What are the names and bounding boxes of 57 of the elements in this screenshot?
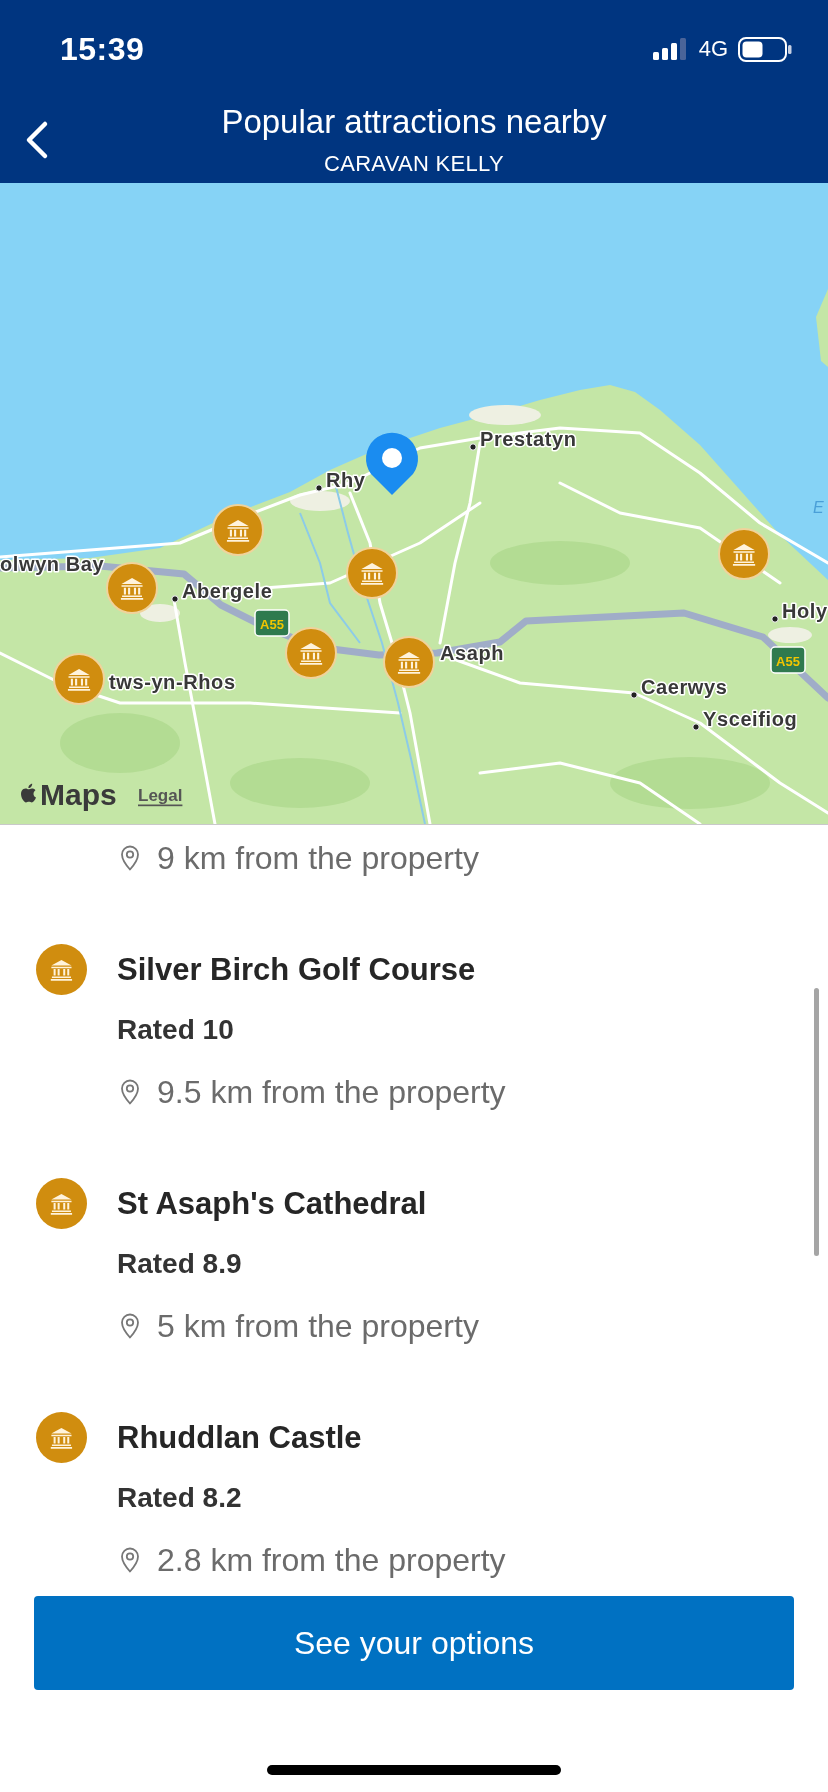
signal-icon [652, 38, 689, 60]
building-marker-icon[interactable] [106, 562, 158, 614]
battery-icon [738, 36, 792, 62]
town-dot-icon [692, 723, 700, 731]
building-marker-icon[interactable] [346, 547, 398, 599]
status-time: 15:39 [60, 30, 145, 68]
place-label: olwyn Bay [0, 553, 105, 575]
attraction-rating: Rated 10 [117, 1013, 234, 1047]
building-marker-icon[interactable] [212, 504, 264, 556]
attraction-rating: Rated 8.9 [117, 1247, 242, 1281]
location-pin-icon [120, 1547, 140, 1573]
page-title: Popular attractions nearby [221, 103, 607, 141]
building-marker-icon[interactable] [53, 653, 105, 705]
location-pin-icon [120, 1313, 140, 1339]
town-label: Ysceifiog [703, 708, 798, 730]
distance-text: 9.5 km from the property [157, 1073, 506, 1112]
town-label: Holy [782, 600, 828, 622]
location-pin-icon [120, 1079, 140, 1105]
attraction-name[interactable]: St Asaph's Cathedral [117, 1184, 427, 1224]
built-up-area [140, 604, 180, 622]
town-label: Abergele [182, 580, 273, 602]
legal-link[interactable]: Legal [138, 785, 183, 805]
water-label: E [813, 498, 824, 516]
building-icon [36, 1412, 87, 1463]
road-number-sign: A55 [254, 609, 290, 637]
building-marker-icon[interactable] [383, 636, 435, 688]
network-type: 4G [698, 36, 728, 62]
town-dot-icon [315, 484, 323, 492]
town-dot-icon [171, 595, 179, 603]
town-label: Caerwys [641, 676, 728, 698]
attraction-name[interactable]: Silver Birch Golf Course [117, 950, 476, 990]
attraction-rating: Rated 8.2 [117, 1481, 242, 1515]
town-label: Prestatyn [480, 428, 577, 450]
building-icon [36, 944, 87, 995]
building-marker-icon[interactable] [285, 627, 337, 679]
built-up-area [469, 405, 541, 425]
location-pin-icon [120, 845, 140, 871]
location-pin-icon [366, 432, 418, 495]
building-icon [36, 1178, 87, 1229]
property-name: CARAVAN KELLY [324, 151, 504, 177]
distance-text: 2.8 km from the property [157, 1541, 506, 1580]
road-number-sign: A55 [770, 646, 806, 674]
apple-icon [21, 783, 36, 803]
built-up-area [768, 627, 812, 643]
distance-text: 9 km from the property [157, 839, 479, 878]
place-label: tws-yn-Rhos [109, 671, 236, 693]
town-dot-icon [469, 443, 477, 451]
built-up-area [290, 491, 350, 511]
town-dot-icon [630, 691, 638, 699]
distance-text: 5 km from the property [157, 1307, 479, 1346]
building-marker-icon[interactable] [718, 528, 770, 580]
maps-attribution: Maps [40, 777, 117, 811]
attraction-name[interactable]: Rhuddlan Castle [117, 1418, 362, 1458]
place-label: Asaph [440, 642, 505, 664]
town-label: Rhy [326, 469, 366, 491]
town-dot-icon [771, 615, 779, 623]
see-options-button[interactable]: See your options [34, 1596, 794, 1690]
